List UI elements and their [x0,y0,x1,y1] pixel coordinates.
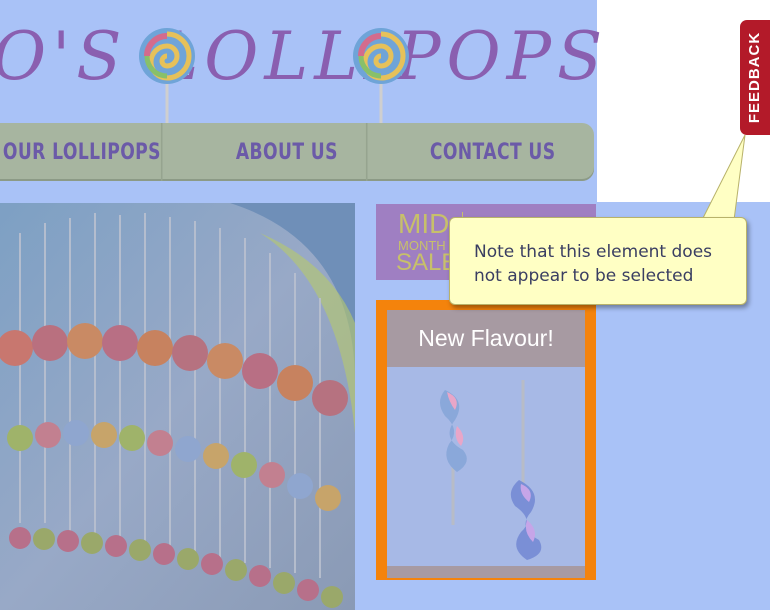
lollipop-display-illustration [0,203,355,610]
feedback-label: FEEDBACK [746,31,764,124]
nav-item-about-us[interactable]: ABOUT US [208,123,369,181]
promo-line-mid: MID [398,208,450,239]
feedback-tab[interactable]: FEEDBACK [740,20,770,135]
main-nav: OUR LOLLIPOPS ABOUT US CONTACT US [0,123,594,181]
new-flavour-inner: New Flavour! [387,310,585,578]
twisted-lollipop-image [440,380,542,560]
callout-pointer [701,134,746,221]
hero-image [0,203,355,610]
logo-text: O'S LOLLIPOPS [0,18,609,95]
new-flavour-footer [387,566,585,578]
nav-item-contact-us[interactable]: CONTACT US [413,123,572,181]
callout-text: Note that this element does not appear t… [474,242,713,286]
nav-item-our-lollipops[interactable]: OUR LOLLIPOPS [3,123,163,181]
annotation-callout: Note that this element does not appear t… [449,217,747,305]
site-logo[interactable]: O'S LOLLIPOPS [0,18,602,136]
new-flavour-title: New Flavour! [387,310,585,367]
new-flavour-panel[interactable]: New Flavour! [376,300,596,580]
